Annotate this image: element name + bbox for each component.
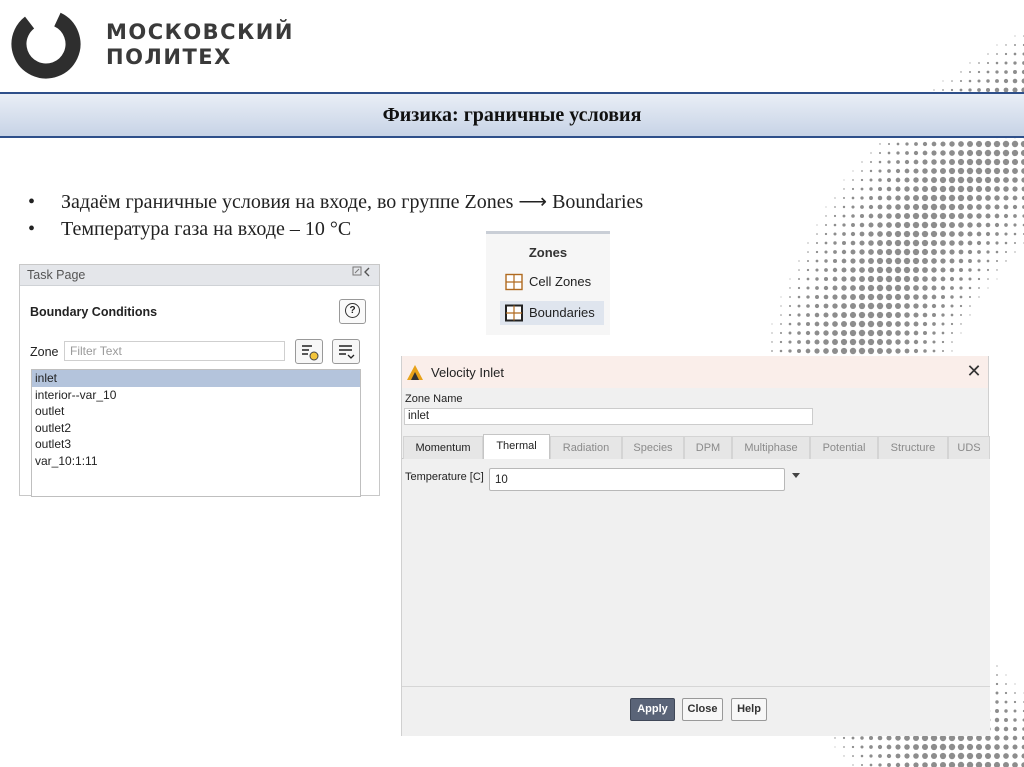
cell-zones-icon [505,273,523,291]
dialog-footer: Apply Close Help [402,686,990,736]
pin-collapse-icon[interactable] [352,266,374,278]
tab-radiation[interactable]: Radiation [550,436,622,459]
dialog-tabs: Momentum Thermal Radiation Species DPM M… [402,434,990,460]
zone-label: Zone [30,345,59,359]
title-band: Физика: граничные условия [0,92,1024,138]
zone-list-item[interactable]: interior--var_10 [32,387,360,404]
tab-thermal[interactable]: Thermal [483,434,550,460]
ansys-fluent-icon [407,365,423,380]
zone-list-item[interactable]: outlet3 [32,436,360,453]
velocity-inlet-dialog: Velocity Inlet ✕ Zone Name inlet Momentu… [401,356,990,736]
ribbon-group-title: Zones [528,245,568,260]
help-dialog-button[interactable]: Help [731,698,767,721]
zone-list-item[interactable]: outlet2 [32,420,360,437]
tab-dpm[interactable]: DPM [684,436,732,459]
tab-uds[interactable]: UDS [948,436,990,459]
zones-ribbon-group: Zones Cell Zones Boundaries [486,231,610,335]
filter-zones-button[interactable] [295,339,323,364]
task-page-panel: Task Page Boundary Conditions ? Zone inl… [19,264,380,497]
boundaries-icon [505,304,523,322]
cell-zones-button[interactable]: Cell Zones [500,270,604,294]
temperature-label: Temperature [C] [405,471,484,483]
brand-line-1: МОСКОВСКИЙ [106,20,294,44]
close-icon[interactable]: ✕ [965,361,983,381]
tab-species[interactable]: Species [622,436,684,459]
panel-controls[interactable] [352,265,374,285]
zone-name-field[interactable]: inlet [404,408,813,425]
list-dropdown-icon [339,345,355,359]
boundaries-label: Boundaries [529,305,595,320]
tab-momentum[interactable]: Momentum [403,436,483,459]
cell-zones-label: Cell Zones [529,274,592,289]
brand-line-2: ПОЛИТЕХ [106,45,232,69]
zone-list-item[interactable]: inlet [32,370,360,387]
brand-logo-text: МОСКОВСКИЙ ПОЛИТЕХ [106,20,294,70]
boundary-conditions-heading: Boundary Conditions [30,305,158,319]
close-button[interactable]: Close [682,698,723,721]
help-button[interactable]: ? [339,299,366,324]
thermal-panel: Temperature [C] 10 [402,459,990,686]
zone-filter-input[interactable] [64,341,285,361]
zone-list-item[interactable]: var_10:1:11 [32,453,360,470]
bullet-item: Задаём граничные условия на входе, во гр… [28,189,643,216]
question-icon: ? [345,303,360,318]
tab-potential[interactable]: Potential [810,436,878,459]
slide-title: Физика: граничные условия [382,104,642,126]
filter-list-icon [302,345,319,361]
dialog-header: Velocity Inlet ✕ [402,356,988,388]
tab-structure[interactable]: Structure [878,436,948,459]
list-options-button[interactable] [332,339,360,364]
logo-ring-icon [11,9,81,79]
zone-list-item[interactable]: outlet [32,403,360,420]
temperature-input[interactable]: 10 [489,468,785,491]
task-page-title: Task Page [27,268,86,282]
zone-list[interactable]: inlet interior--var_10 outlet outlet2 outlet… [31,369,361,497]
boundaries-button[interactable]: Boundaries [500,301,604,325]
task-page-header: Task Page [20,265,379,286]
dialog-title: Velocity Inlet [431,365,504,380]
tab-multiphase[interactable]: Multiphase [732,436,810,459]
temperature-dropdown-icon[interactable] [792,473,800,478]
apply-button[interactable]: Apply [630,698,675,721]
zone-name-label: Zone Name [405,393,463,405]
